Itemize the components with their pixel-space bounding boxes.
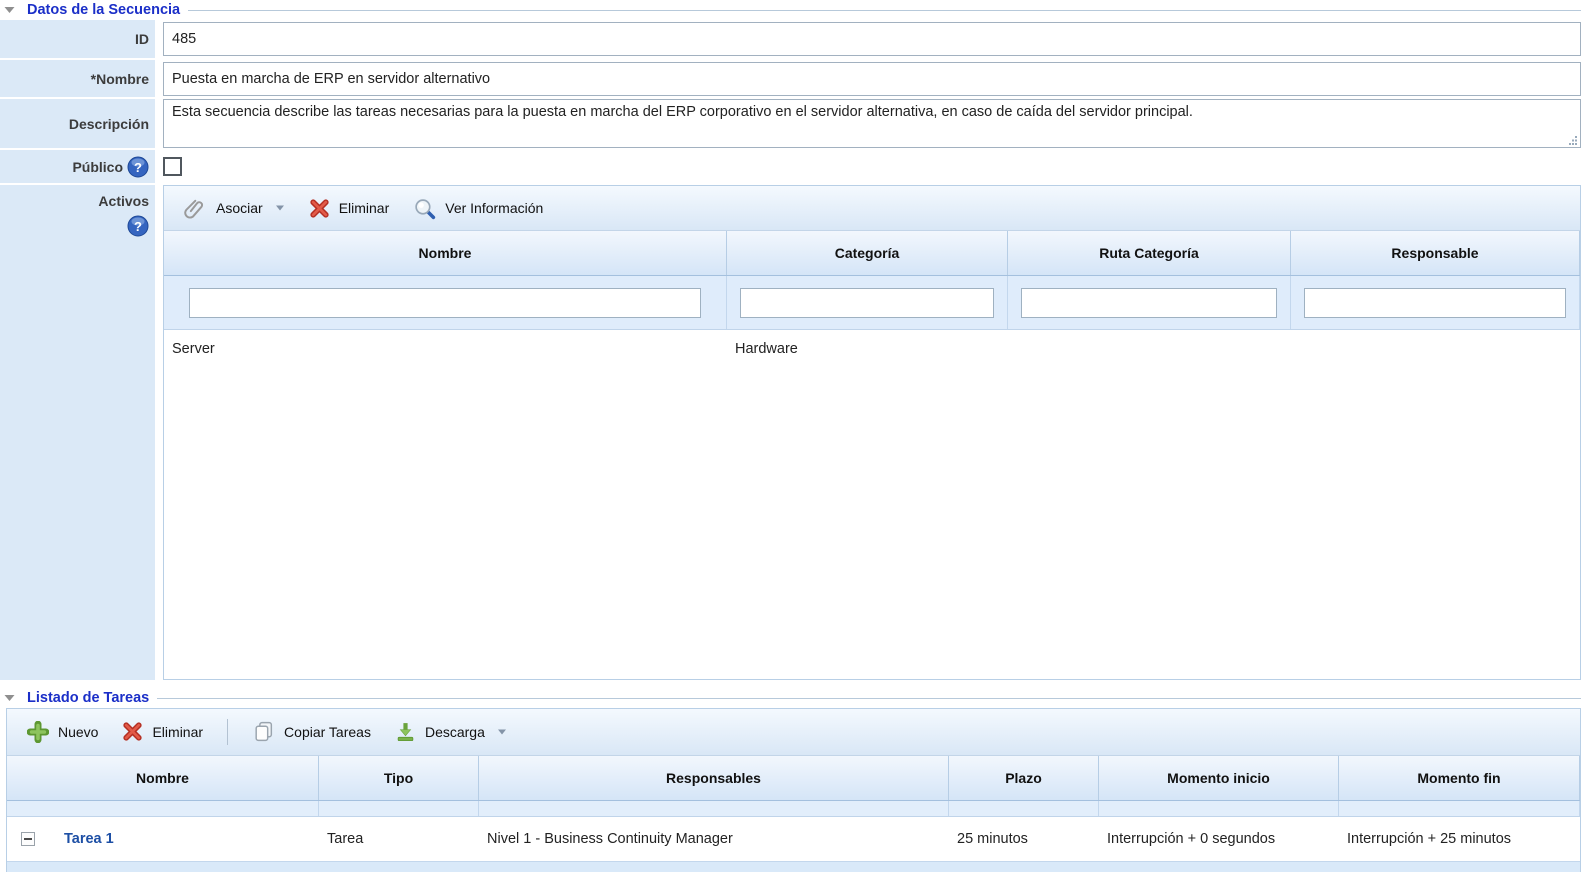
section-tareas-title: Listado de Tareas — [27, 690, 149, 706]
descripcion-textarea[interactable]: Esta secuencia describe las tareas neces… — [163, 99, 1581, 148]
svg-text:?: ? — [134, 160, 142, 175]
tareas-toolbar: Nuevo Eliminar Copiar Tareas — [7, 709, 1580, 756]
activos-filter-row — [164, 276, 1580, 330]
descarga-button[interactable]: Descarga — [389, 717, 513, 746]
publico-checkbox[interactable] — [163, 157, 182, 176]
collapse-datos-icon[interactable] — [4, 6, 15, 14]
collapse-tareas-icon[interactable] — [4, 694, 15, 702]
activos-toolbar: Asociar Eliminar — [164, 186, 1580, 231]
tareas-col-tipo[interactable]: Tipo — [319, 756, 479, 801]
id-input[interactable] — [163, 22, 1581, 56]
tareas-cell-plazo: 25 minutos — [949, 831, 1099, 847]
nombre-input[interactable] — [163, 62, 1581, 96]
copiar-tareas-button[interactable]: Copiar Tareas — [246, 716, 377, 747]
activos-panel: Asociar Eliminar — [163, 185, 1581, 680]
green-download-icon — [395, 721, 416, 742]
field-row-id: ID — [0, 20, 1581, 58]
descripcion-label: Descripción — [0, 99, 155, 148]
section-datos-header: Datos de la Secuencia — [0, 0, 1581, 20]
activos-filter-nombre-input[interactable] — [189, 288, 701, 318]
field-row-descripcion: Descripción Esta secuencia describe las … — [0, 99, 1581, 148]
toolbar-separator — [227, 719, 228, 745]
tareas-cell-tipo: Tarea — [319, 831, 479, 847]
tareas-col-nombre[interactable]: Nombre — [7, 756, 319, 801]
green-plus-icon — [27, 721, 49, 743]
section-datos-rule — [188, 10, 1581, 11]
activos-filter-categoria-input[interactable] — [740, 288, 994, 318]
asociar-dropdown-icon[interactable] — [276, 205, 285, 211]
field-row-activos: Activos ? Asociar — [0, 185, 1581, 680]
tareas-cell-momento-inicio: Interrupción + 0 segundos — [1099, 831, 1339, 847]
activos-cell-categoria: Hardware — [727, 341, 1008, 357]
ver-informacion-button[interactable]: Ver Información — [407, 193, 549, 224]
asociar-button[interactable]: Asociar — [178, 193, 291, 224]
activos-col-responsable[interactable]: Responsable — [1291, 231, 1580, 275]
activos-filter-ruta-categoria-input[interactable] — [1021, 288, 1277, 318]
section-tareas-rule — [157, 698, 1581, 699]
svg-text:?: ? — [134, 219, 142, 234]
tareas-partial-row — [7, 861, 1580, 872]
publico-help-icon[interactable]: ? — [127, 156, 149, 178]
red-x-icon — [122, 721, 143, 742]
paperclip-icon — [184, 197, 207, 220]
id-label: ID — [0, 20, 155, 58]
activos-grid-empty-body — [164, 367, 1580, 679]
page: Datos de la Secuencia ID *Nombre Descrip… — [0, 0, 1581, 876]
tareas-filter-strip — [7, 801, 1580, 817]
copy-pages-icon — [252, 720, 275, 743]
activos-filter-responsable-input[interactable] — [1304, 288, 1566, 318]
field-row-publico: Público ? — [0, 150, 1581, 183]
activos-col-nombre[interactable]: Nombre — [164, 231, 727, 275]
tareas-col-plazo[interactable]: Plazo — [949, 756, 1099, 801]
tareas-col-momento-fin[interactable]: Momento fin — [1339, 756, 1580, 801]
tareas-cell-momento-fin: Interrupción + 25 minutos — [1339, 831, 1580, 847]
resize-grip-icon[interactable] — [1568, 135, 1578, 145]
activos-row-server[interactable]: Server Hardware — [164, 330, 1580, 367]
activos-grid-header: Nombre Categoría Ruta Categoría Responsa… — [164, 231, 1580, 276]
section-tareas-header: Listado de Tareas — [0, 688, 1581, 708]
activos-col-ruta-categoria[interactable]: Ruta Categoría — [1008, 231, 1291, 275]
tareas-eliminar-button[interactable]: Eliminar — [116, 717, 209, 746]
tareas-row-1[interactable]: Tarea 1 Tarea Nivel 1 - Business Continu… — [7, 817, 1580, 861]
activos-help-icon[interactable]: ? — [127, 215, 149, 237]
activos-label: Activos ? — [0, 185, 155, 680]
descarga-dropdown-icon[interactable] — [498, 729, 507, 735]
activos-cell-nombre: Server — [164, 341, 727, 357]
magnifier-icon — [413, 197, 436, 220]
red-x-icon — [309, 198, 330, 219]
tareas-col-momento-inicio[interactable]: Momento inicio — [1099, 756, 1339, 801]
nuevo-button[interactable]: Nuevo — [21, 717, 104, 747]
publico-label: Público ? — [0, 150, 155, 183]
field-row-nombre: *Nombre — [0, 60, 1581, 97]
tareas-grid-header: Nombre Tipo Responsables Plazo Momento i… — [7, 756, 1580, 802]
tareas-panel: Nuevo Eliminar Copiar Tareas — [6, 708, 1581, 872]
nombre-label: *Nombre — [0, 60, 155, 97]
activos-eliminar-button[interactable]: Eliminar — [303, 194, 396, 223]
section-datos-title: Datos de la Secuencia — [27, 2, 180, 18]
tareas-cell-responsables: Nivel 1 - Business Continuity Manager — [479, 831, 949, 847]
tarea-1-link[interactable]: Tarea 1 — [64, 831, 114, 847]
tareas-col-responsables[interactable]: Responsables — [479, 756, 949, 801]
activos-col-categoria[interactable]: Categoría — [727, 231, 1008, 275]
minus-box-icon[interactable] — [21, 832, 35, 846]
